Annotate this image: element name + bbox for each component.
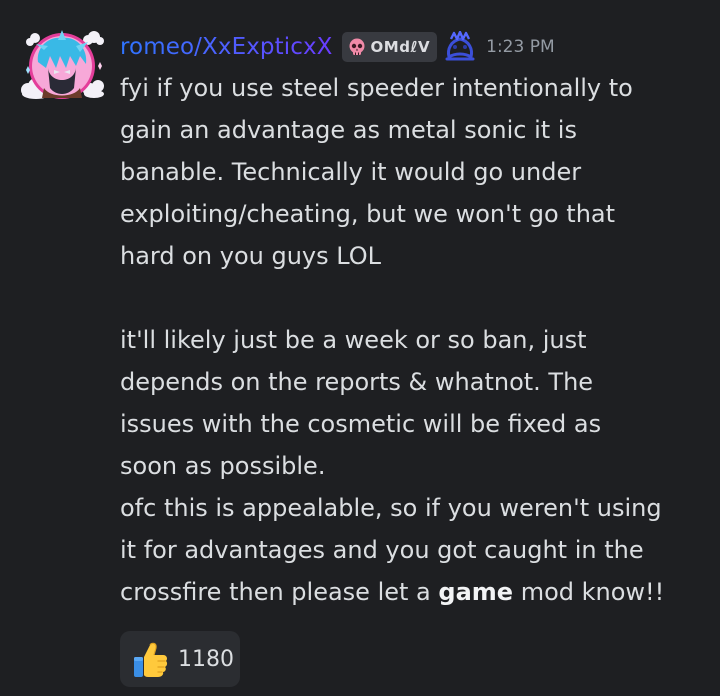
message-text: crossfire then please let a [120, 578, 439, 606]
username[interactable]: romeo/XxExpticxX [120, 34, 333, 60]
message-text: mod know!! [513, 578, 665, 606]
message-paragraph-1: fyi if you use steel speeder intentional… [120, 67, 712, 277]
thumbs-up-icon [134, 642, 168, 677]
message-line: fyi if you use steel speeder intentional… [120, 74, 633, 102]
message-line-last: crossfire then please let a game mod kno… [120, 571, 712, 613]
server-tag-label: OMdℓV [370, 38, 431, 56]
reaction-button[interactable]: 1180 [120, 631, 240, 687]
server-tag[interactable]: OMdℓV [341, 32, 438, 62]
avatar[interactable] [18, 26, 104, 106]
message-line: it for advantages and you got caught in … [120, 536, 644, 564]
crown-icon [445, 31, 475, 61]
message-line: banable. Technically it would go under [120, 158, 582, 186]
message-paragraph-2: it'll likely just be a week or so ban, j… [120, 319, 712, 487]
message-line: depends on the reports & whatnot. The [120, 368, 594, 396]
message-line: soon as possible. [120, 452, 326, 480]
message-line: issues with the cosmetic will be fixed a… [120, 410, 602, 438]
chat-message: romeo/XxExpticxX OMdℓV 1:23 PM fyi if yo… [0, 0, 720, 696]
message-line: hard on you guys LOL [120, 242, 382, 270]
message-header: romeo/XxExpticxX OMdℓV 1:23 PM [120, 28, 555, 66]
message-timestamp[interactable]: 1:23 PM [486, 37, 555, 57]
bold-word: game [438, 578, 514, 606]
skull-icon [349, 38, 365, 55]
message-line: it'll likely just be a week or so ban, j… [120, 326, 587, 354]
message-content: fyi if you use steel speeder intentional… [120, 67, 712, 613]
reaction-count: 1180 [178, 646, 234, 672]
message-line: exploiting/cheating, but we won't go tha… [120, 200, 616, 228]
message-line: gain an advantage as metal sonic it is [120, 116, 577, 144]
message-line: ofc this is appealable, so if you weren'… [120, 494, 662, 522]
message-paragraph-3: ofc this is appealable, so if you weren'… [120, 487, 712, 613]
